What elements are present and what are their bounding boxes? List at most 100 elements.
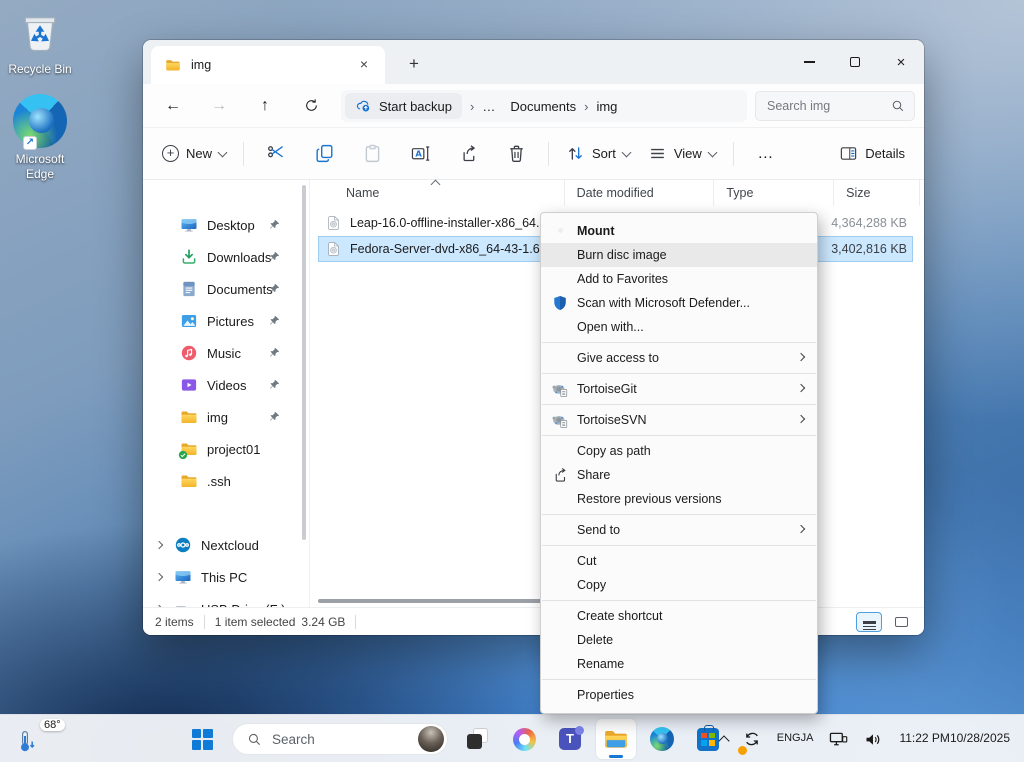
menu-item-properties[interactable]: Properties [541, 683, 817, 707]
refresh-button[interactable] [293, 90, 329, 122]
breadcrumb-documents[interactable]: Documents [510, 99, 576, 114]
share-button[interactable] [449, 136, 487, 172]
date: 10/28/2025 [950, 731, 1010, 747]
new-tab-button[interactable]: + [401, 52, 427, 78]
sort-button[interactable]: Sort [557, 136, 639, 172]
details-view-toggle[interactable] [856, 612, 882, 632]
large-icons-view-toggle[interactable] [888, 612, 914, 632]
search-highlight-image[interactable] [418, 726, 444, 752]
desktop-icon-recycle-bin[interactable]: Recycle Bin [1, 8, 79, 77]
chevron-expand-icon[interactable] [155, 573, 163, 581]
up-button[interactable]: ↑ [247, 90, 283, 122]
menu-item-copy[interactable]: Copy [541, 573, 817, 597]
menu-item-share[interactable]: Share [541, 463, 817, 487]
menu-item-create-shortcut[interactable]: Create shortcut [541, 604, 817, 628]
menu-separator [542, 435, 816, 436]
menu-separator [542, 342, 816, 343]
sidebar-item-documents[interactable]: Documents [143, 273, 309, 305]
back-button[interactable]: ← [155, 90, 191, 122]
sidebar-item-usb-drive[interactable]: USB Drive (F:) [143, 593, 309, 607]
menu-item-tortoisesvn[interactable]: TortoiseSVN [541, 408, 817, 432]
column-header-date-modified[interactable]: Date modified [565, 180, 715, 206]
volume-icon [863, 729, 884, 750]
chevron-expand-icon[interactable] [155, 541, 163, 549]
search-input[interactable] [767, 99, 890, 113]
column-header-size[interactable]: Size [834, 180, 920, 206]
menu-item-copy-as-path[interactable]: Copy as path [541, 439, 817, 463]
teams-button[interactable]: T [550, 719, 590, 759]
menu-item-add-to-favorites[interactable]: Add to Favorites [541, 267, 817, 291]
network-button[interactable] [823, 721, 854, 757]
submenu-arrow-icon [797, 384, 805, 392]
cell-size: 4,364,288 KB [827, 216, 913, 230]
chevron-down-icon [707, 147, 717, 157]
menu-item-burn-disc-image[interactable]: Burn disc image [541, 243, 817, 267]
breadcrumb-img[interactable]: img [596, 99, 617, 114]
sidebar-item-project01[interactable]: project01 [143, 433, 309, 465]
details-pane-button[interactable]: Details [830, 136, 914, 172]
clock[interactable]: 11:22 PM 10/28/2025 [893, 721, 1018, 757]
menu-item-give-access-to[interactable]: Give access to [541, 346, 817, 370]
sidebar-item-music[interactable]: Music [143, 337, 309, 369]
sidebar-item-this-pc[interactable]: This PC [143, 561, 309, 593]
network-icon [828, 729, 849, 750]
rename-button[interactable] [401, 136, 439, 172]
taskbar-search[interactable]: Search [232, 723, 448, 755]
file-explorer-button[interactable] [596, 719, 636, 759]
copilot-button[interactable] [504, 719, 544, 759]
tab-close-icon[interactable]: × [353, 54, 375, 76]
sidebar-item-downloads[interactable]: Downloads [143, 241, 309, 273]
volume-button[interactable] [858, 721, 889, 757]
forward-button[interactable]: → [201, 90, 237, 122]
task-view-button[interactable] [458, 719, 498, 759]
menu-item-scan-with-defender[interactable]: Scan with Microsoft Defender... [541, 291, 817, 315]
menu-item-send-to[interactable]: Send to [541, 518, 817, 542]
windows-logo-icon [192, 729, 213, 750]
tab-img[interactable]: img × [151, 46, 385, 84]
sidebar-item-videos[interactable]: Videos [143, 369, 309, 401]
sidebar-item-ssh[interactable]: .ssh [143, 465, 309, 497]
view-button[interactable]: View [639, 136, 725, 172]
close-button[interactable]: × [878, 40, 924, 84]
menu-item-restore-previous-versions[interactable]: Restore previous versions [541, 487, 817, 511]
refresh-icon [303, 97, 320, 114]
maximize-button[interactable] [832, 40, 878, 84]
paste-button[interactable] [353, 136, 391, 172]
breadcrumb-ellipsis[interactable]: … [482, 99, 496, 114]
selection-size: 3.24 GB [301, 615, 345, 629]
copy-button[interactable] [305, 136, 343, 172]
sidebar-item-nextcloud[interactable]: Nextcloud [143, 529, 309, 561]
videos-icon [180, 376, 198, 394]
column-header-name[interactable]: Name [318, 180, 565, 206]
more-options-button[interactable]: … [747, 136, 785, 172]
sidebar-scrollbar[interactable] [302, 185, 306, 540]
sync-status-button[interactable] [737, 721, 767, 757]
tray-chevron-up-button[interactable] [715, 721, 733, 757]
delete-button[interactable] [497, 136, 535, 172]
menu-item-tortoisegit[interactable]: TortoiseGit [541, 377, 817, 401]
menu-item-open-with[interactable]: Open with... [541, 315, 817, 339]
search-box[interactable] [755, 91, 915, 121]
submenu-arrow-icon [797, 353, 805, 361]
language-indicator[interactable]: ENG JA [771, 721, 820, 757]
sidebar-item-pictures[interactable]: Pictures [143, 305, 309, 337]
start-backup-button[interactable]: Start backup [345, 93, 462, 119]
sidebar-item-img[interactable]: img [143, 401, 309, 433]
desktop-icon-microsoft-edge[interactable]: ↗ Microsoft Edge [1, 94, 79, 182]
menu-item-rename[interactable]: Rename [541, 652, 817, 676]
cut-button[interactable] [257, 136, 295, 172]
weather-widget[interactable]: 68° [14, 721, 84, 757]
menu-item-mount[interactable]: Mount [541, 219, 817, 243]
menu-item-cut[interactable]: Cut [541, 549, 817, 573]
teams-icon: T [559, 728, 581, 750]
edge-button[interactable] [642, 719, 682, 759]
desktop-icon [180, 216, 198, 234]
menu-item-delete[interactable]: Delete [541, 628, 817, 652]
column-header-type[interactable]: Type [714, 180, 834, 206]
start-button[interactable] [182, 719, 222, 759]
new-button[interactable]: + New [153, 136, 235, 172]
tab-bar: img × + × [143, 40, 924, 84]
sidebar-item-desktop[interactable]: Desktop [143, 209, 309, 241]
search-icon [246, 731, 263, 748]
minimize-button[interactable] [786, 40, 832, 84]
